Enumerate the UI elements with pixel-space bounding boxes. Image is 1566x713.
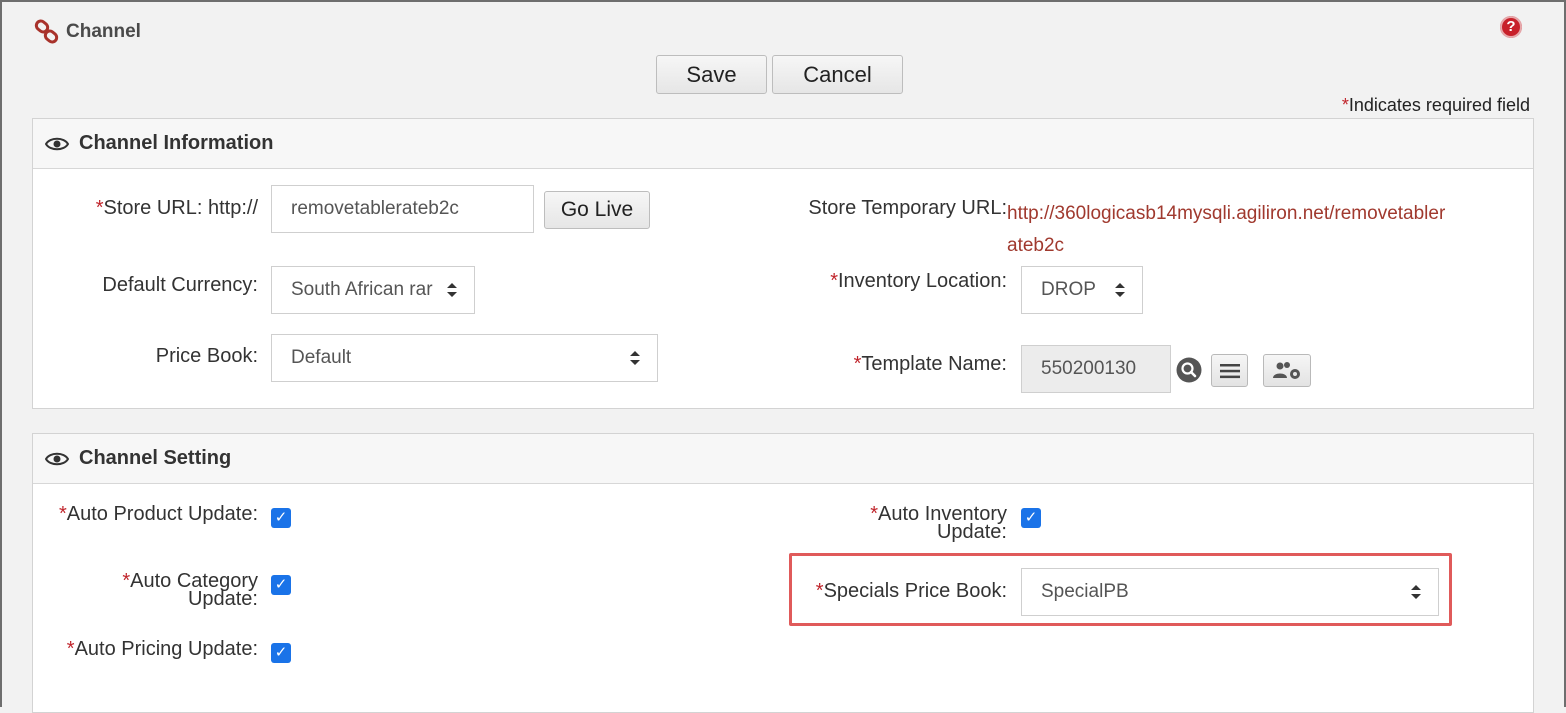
store-temporary-url-link-line1[interactable]: http://360logicasb14mysqli.agiliron.net/…	[1007, 198, 1445, 230]
save-button[interactable]: Save	[656, 55, 767, 94]
user-settings-button[interactable]	[1263, 354, 1311, 387]
go-live-button[interactable]: Go Live	[544, 191, 650, 229]
help-icon[interactable]: ?	[1500, 16, 1522, 38]
channel-setting-title: Channel Setting	[79, 447, 232, 469]
store-url-label: *Store URL: http://	[95, 197, 258, 219]
channel-information-title: Channel Information	[79, 132, 274, 154]
store-temporary-url-label: Store Temporary URL:	[808, 197, 1007, 219]
channel-information-header[interactable]: Channel Information	[33, 119, 1533, 169]
template-name-input[interactable]: 550200130	[1021, 345, 1171, 393]
auto-product-update-checkbox[interactable]: ✓	[271, 508, 291, 528]
price-book-label: Price Book:	[155, 345, 258, 367]
list-button[interactable]	[1211, 354, 1248, 387]
auto-category-update-checkbox[interactable]: ✓	[271, 575, 291, 595]
select-arrows-icon	[447, 283, 457, 297]
search-icon[interactable]	[1176, 357, 1202, 383]
page-header: Channel	[34, 18, 141, 46]
select-arrows-icon	[630, 351, 640, 365]
eye-icon	[45, 452, 69, 465]
default-currency-label: Default Currency:	[102, 274, 258, 296]
eye-icon	[45, 137, 69, 150]
inventory-location-label: *Inventory Location:	[830, 270, 1007, 292]
cancel-button[interactable]: Cancel	[772, 55, 903, 94]
template-name-label: *Template Name:	[853, 353, 1007, 375]
users-gear-icon	[1273, 361, 1300, 379]
auto-inventory-update-label: *Auto Inventory Update:	[870, 503, 1007, 543]
store-url-input[interactable]: removetablerateb2c	[271, 185, 534, 233]
price-book-select[interactable]: Default	[271, 334, 658, 382]
select-arrows-icon	[1115, 283, 1125, 297]
highlight-box	[789, 553, 1452, 626]
list-icon	[1219, 363, 1240, 378]
default-currency-select[interactable]: South African rar	[271, 266, 475, 314]
chain-link-icon	[34, 19, 59, 44]
inventory-location-select[interactable]: DROP	[1021, 266, 1143, 314]
store-temporary-url-link-line2[interactable]: ateb2c	[1007, 230, 1064, 262]
channel-setting-header[interactable]: Channel Setting	[33, 434, 1533, 484]
auto-pricing-update-label: *Auto Pricing Update:	[66, 638, 258, 660]
page-title: Channel	[66, 21, 141, 42]
required-field-note: *Indicates required field	[1341, 95, 1530, 115]
auto-inventory-update-checkbox[interactable]: ✓	[1021, 508, 1041, 528]
auto-product-update-label: *Auto Product Update:	[58, 503, 258, 525]
auto-category-update-label: *Auto Category Update:	[122, 570, 258, 610]
auto-pricing-update-checkbox[interactable]: ✓	[271, 643, 291, 663]
